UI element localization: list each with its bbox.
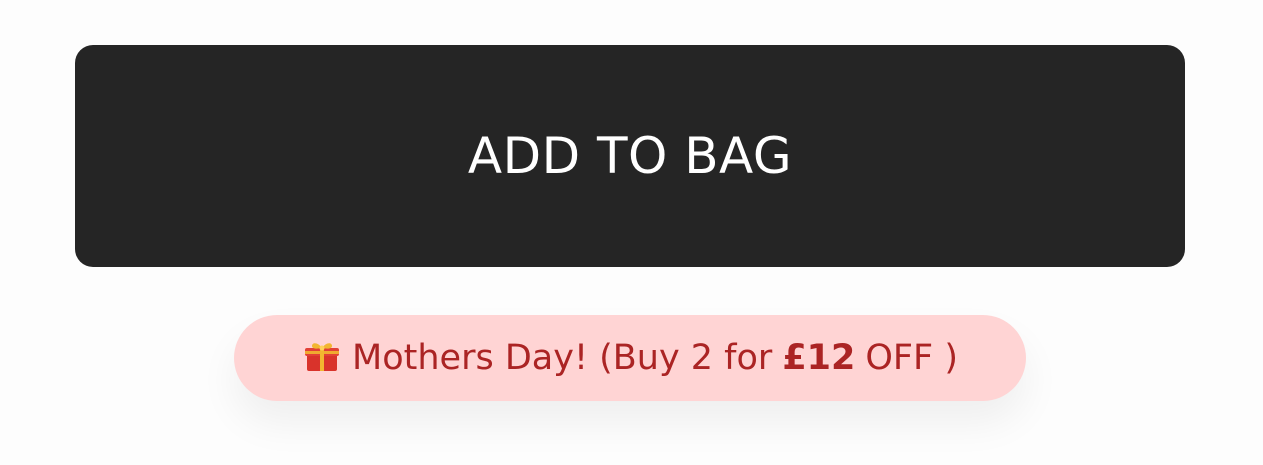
add-to-bag-button[interactable]: ADD TO BAG (75, 45, 1185, 267)
promo-amount: £12 (782, 338, 856, 378)
gift-icon (302, 336, 342, 376)
promo-suffix: OFF ) (865, 338, 958, 378)
promo-prefix: Mothers Day! (Buy 2 for (352, 338, 773, 378)
promo-badge: Mothers Day! (Buy 2 for £12 OFF ) (234, 315, 1026, 401)
